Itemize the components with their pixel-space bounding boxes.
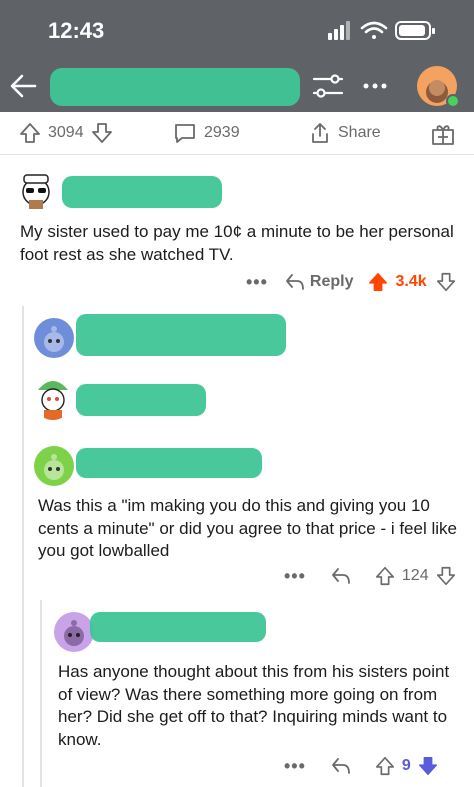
comment-body-1: My sister used to pay me 10¢ a minute to… [20, 222, 454, 264]
comments-button[interactable]: 2939 [172, 121, 240, 145]
back-arrow-icon[interactable] [8, 70, 40, 102]
post-vote-group: 3094 [18, 121, 120, 145]
comment-actions-4: ••• 124 [284, 564, 457, 588]
upvote-arrow-icon[interactable] [18, 121, 42, 145]
thread-line-level-1 [22, 306, 24, 787]
online-status-dot [446, 94, 460, 108]
upvote-arrow-active-icon[interactable] [367, 271, 389, 293]
comment-score-1: 3.4k [395, 273, 427, 290]
redacted-title [50, 68, 300, 106]
status-icons [314, 18, 444, 42]
downvote-arrow-icon[interactable] [90, 121, 114, 145]
post-action-bar: 3094 2939 Share [0, 112, 474, 154]
reply-label[interactable]: Reply [310, 273, 354, 291]
comment-score-4: 124 [401, 567, 429, 584]
comment-score-5: 9 [401, 757, 411, 774]
commenter-avatar-4[interactable] [34, 446, 74, 486]
redacted-comment-2 [76, 314, 286, 356]
downvote-arrow-icon[interactable] [435, 565, 457, 587]
battery-icon [395, 21, 435, 40]
downvote-arrow-icon[interactable] [435, 271, 457, 293]
redacted-username-1 [62, 176, 222, 208]
comment-actions-5: ••• 9 [284, 754, 439, 778]
more-options-icon[interactable]: ••• [284, 756, 306, 777]
comment-bubble-icon [175, 124, 195, 143]
status-time: 12:43 [48, 18, 105, 43]
commenter-avatar-1[interactable] [14, 166, 58, 210]
upvote-arrow-icon[interactable] [374, 565, 396, 587]
share-icon [312, 123, 328, 143]
share-button[interactable]: Share [308, 121, 381, 145]
post-divider [0, 154, 474, 155]
more-options-icon[interactable]: ••• [284, 566, 306, 587]
post-header [0, 62, 474, 112]
commenter-avatar-5[interactable] [54, 612, 94, 652]
reply-arrow-icon[interactable] [330, 566, 352, 586]
share-label: Share [338, 124, 381, 141]
comment-count: 2939 [204, 124, 240, 141]
commenter-avatar-3[interactable] [32, 374, 74, 420]
downvote-arrow-active-icon[interactable] [417, 755, 439, 777]
comment-body-4: Was this a "im making you do this and gi… [38, 496, 457, 560]
status-bar: 12:43 [0, 0, 474, 62]
upvote-arrow-icon[interactable] [374, 755, 396, 777]
reply-arrow-icon[interactable] [330, 756, 352, 776]
thread-line-level-2 [40, 600, 42, 787]
award-gift-icon[interactable] [430, 121, 456, 147]
more-options-icon[interactable] [360, 72, 390, 100]
more-options-icon[interactable]: ••• [246, 272, 268, 293]
commenter-avatar-2[interactable] [34, 318, 74, 358]
filter-sliders-icon[interactable] [310, 70, 346, 102]
redacted-comment-3 [76, 384, 206, 416]
redacted-username-5 [90, 612, 266, 642]
comment-actions-1: ••• Reply 3.4k [246, 270, 457, 294]
reply-arrow-icon[interactable] [284, 272, 306, 292]
redacted-username-4 [76, 448, 262, 478]
post-score: 3094 [48, 124, 84, 141]
wifi-icon [360, 21, 388, 39]
comment-body-5: Has anyone thought about this from his s… [58, 662, 450, 749]
signal-icon [328, 21, 350, 40]
